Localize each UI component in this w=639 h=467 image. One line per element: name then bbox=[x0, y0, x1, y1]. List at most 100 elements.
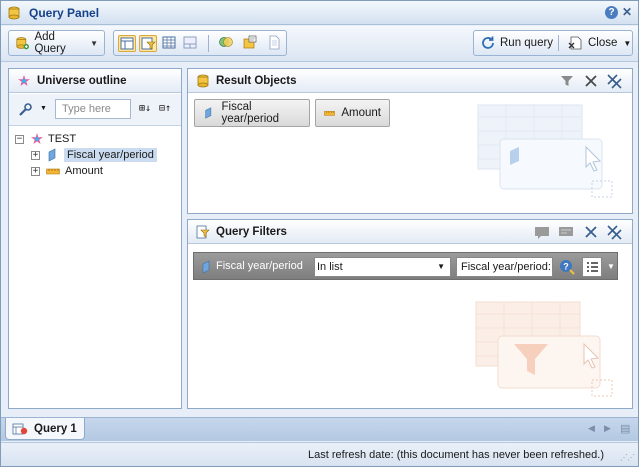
tree-item-test[interactable]: − TEST bbox=[15, 131, 76, 147]
filter-pane-icon bbox=[141, 37, 156, 50]
dimension-icon bbox=[205, 107, 212, 119]
universe-outline-panel: Universe outline ▼ ⊞↓ ⊟↑ − TEST + bbox=[8, 68, 182, 409]
tree-item-amount[interactable]: + Amount bbox=[31, 163, 103, 179]
toolbar-divider bbox=[558, 35, 559, 51]
measure-icon bbox=[46, 168, 60, 175]
filter-operator-select[interactable]: In list ▼ bbox=[314, 257, 451, 277]
tab-query-1[interactable]: Query 1 bbox=[5, 418, 85, 440]
refresh-icon bbox=[482, 36, 494, 49]
query-filters-panel: Query Filters Fiscal year/period In list… bbox=[187, 219, 633, 409]
view-filter-toggle[interactable] bbox=[139, 35, 157, 52]
measure-icon bbox=[324, 111, 336, 116]
window-close-icon[interactable]: ✕ bbox=[622, 5, 632, 19]
query-filters-header: Query Filters bbox=[188, 220, 632, 244]
add-query-button[interactable]: Add Query ▼ bbox=[8, 30, 105, 56]
expand-toggle-icon[interactable]: + bbox=[31, 150, 40, 160]
tools-icon[interactable] bbox=[17, 102, 33, 118]
result-objects-header: Result Objects bbox=[188, 69, 632, 93]
list-icon bbox=[587, 262, 598, 272]
collapse-all-icon[interactable]: ⊟↑ bbox=[159, 103, 171, 114]
result-objects-icon bbox=[197, 74, 209, 88]
query-properties-button[interactable] bbox=[242, 35, 260, 52]
result-object-label: Fiscal year/period bbox=[221, 101, 280, 125]
panel-icon bbox=[183, 36, 197, 49]
universe-outline-header: Universe outline bbox=[9, 69, 181, 93]
query-panel-window: Query Panel ? ✕ Add Query ▼ Run query Cl… bbox=[0, 0, 639, 467]
query-filters-title: Query Filters bbox=[216, 226, 287, 238]
collapse-toggle-icon[interactable]: − bbox=[15, 134, 24, 144]
filter-operand-field[interactable]: Fiscal year/period: bbox=[456, 257, 553, 277]
remove-all-icon[interactable] bbox=[606, 73, 622, 89]
result-object-fiscal-year-period[interactable]: Fiscal year/period bbox=[194, 99, 310, 127]
tree-item-label: Amount bbox=[65, 165, 103, 177]
scroll-right-icon[interactable]: ▶ bbox=[604, 423, 611, 434]
tab-label: Query 1 bbox=[34, 422, 77, 435]
view-panel-toggle[interactable] bbox=[182, 35, 200, 52]
universe-icon bbox=[18, 75, 30, 86]
document-icon bbox=[269, 35, 280, 50]
scroll-left-icon[interactable]: ◀ bbox=[588, 423, 595, 434]
tree-item-label: Fiscal year/period bbox=[64, 148, 157, 162]
title-bar: Query Panel ? ✕ bbox=[1, 1, 638, 25]
view-outline-toggle[interactable] bbox=[118, 35, 136, 52]
operand-type-button[interactable] bbox=[582, 257, 602, 277]
chevron-down-icon: ▼ bbox=[90, 38, 98, 48]
filter-drop-hint-illustration bbox=[475, 301, 613, 397]
run-query-label: Run query bbox=[500, 37, 554, 49]
remove-icon[interactable] bbox=[584, 73, 598, 89]
remove-all-icon[interactable] bbox=[606, 224, 622, 240]
filter-object-label: Fiscal year/period bbox=[216, 260, 303, 272]
view-data-preview-toggle[interactable] bbox=[161, 35, 179, 52]
status-bar: Last refresh date: (this document has ne… bbox=[1, 442, 638, 466]
predefined-filter-icon[interactable] bbox=[534, 224, 550, 240]
result-objects-title: Result Objects bbox=[216, 75, 297, 87]
combined-query-icon bbox=[219, 37, 233, 47]
layout-icon bbox=[120, 37, 134, 50]
universe-icon bbox=[31, 133, 43, 144]
tree-item-fiscal-year-period[interactable]: + Fiscal year/period bbox=[31, 147, 157, 163]
view-toggle-group bbox=[113, 30, 287, 56]
chevron-down-icon: ▼ bbox=[437, 262, 445, 271]
resize-grip-icon[interactable]: ⋰⋰ bbox=[620, 453, 635, 462]
filter-operand-value: Fiscal year/period: bbox=[461, 261, 551, 273]
expand-all-icon[interactable]: ⊞↓ bbox=[139, 103, 151, 114]
combined-query-button[interactable] bbox=[218, 35, 236, 52]
toolbar-divider bbox=[208, 35, 209, 52]
prompt-icon[interactable]: ? bbox=[559, 259, 575, 275]
chevron-down-icon[interactable]: ▼ bbox=[40, 105, 47, 112]
view-script-button[interactable] bbox=[266, 35, 284, 52]
universe-outline-title: Universe outline bbox=[37, 75, 127, 87]
remove-icon[interactable] bbox=[584, 224, 598, 240]
add-query-label: Add Query bbox=[34, 31, 66, 55]
add-query-icon bbox=[16, 37, 29, 50]
result-object-label: Amount bbox=[341, 107, 381, 119]
outline-search-row: ▼ ⊞↓ ⊟↑ bbox=[9, 94, 181, 126]
close-button[interactable]: Close ▼ bbox=[568, 31, 631, 55]
tree-item-label: TEST bbox=[48, 133, 77, 145]
help-icon[interactable]: ? bbox=[605, 6, 618, 19]
svg-text:?: ? bbox=[563, 262, 569, 272]
result-object-amount[interactable]: Amount bbox=[315, 99, 390, 127]
chevron-down-icon: ▼ bbox=[623, 38, 632, 48]
close-document-icon bbox=[568, 36, 582, 50]
outline-search-input[interactable] bbox=[55, 99, 131, 119]
run-close-group: Run query Close ▼ bbox=[473, 30, 633, 56]
close-label: Close bbox=[588, 37, 618, 49]
query-panel-icon bbox=[8, 6, 20, 20]
dimension-icon bbox=[202, 260, 210, 274]
filter-icon[interactable] bbox=[560, 73, 574, 89]
tab-list-icon[interactable]: ▤ bbox=[620, 422, 630, 435]
grid-icon bbox=[162, 36, 176, 49]
filter-operator-value: In list bbox=[317, 261, 343, 273]
query-filters-icon bbox=[196, 225, 210, 239]
query-tab-icon bbox=[12, 423, 28, 434]
chevron-down-icon[interactable]: ▼ bbox=[607, 262, 615, 271]
expand-toggle-icon[interactable]: + bbox=[31, 166, 40, 176]
window-title: Query Panel bbox=[29, 6, 100, 20]
properties-icon bbox=[243, 35, 257, 49]
dimension-icon bbox=[48, 148, 56, 162]
subquery-icon[interactable] bbox=[558, 224, 574, 240]
run-query-button[interactable]: Run query bbox=[480, 31, 553, 55]
drop-hint-illustration bbox=[477, 104, 613, 198]
filter-row[interactable]: Fiscal year/period In list ▼ Fiscal year… bbox=[193, 252, 618, 280]
